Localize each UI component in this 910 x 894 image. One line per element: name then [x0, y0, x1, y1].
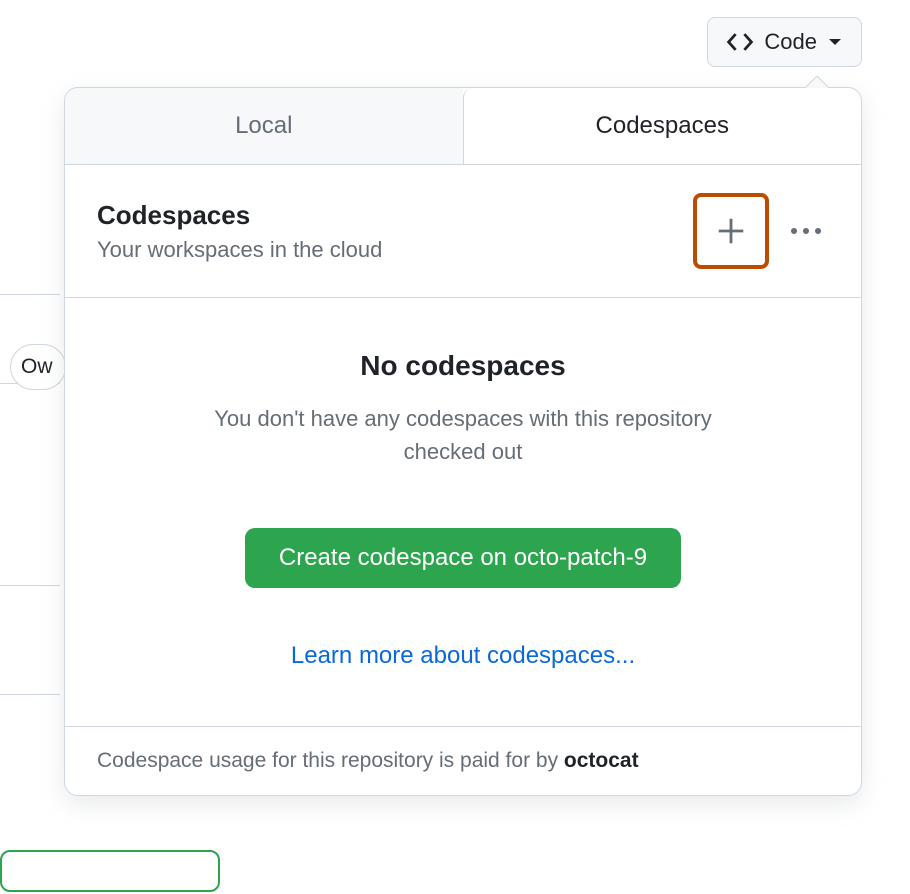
- bg-panel-divider-2: [0, 585, 60, 695]
- header-subtitle: Your workspaces in the cloud: [97, 237, 382, 263]
- code-popover: Local Codespaces Codespaces Your workspa…: [64, 87, 862, 796]
- popover-tabs: Local Codespaces: [65, 88, 861, 165]
- new-codespace-button[interactable]: [693, 193, 769, 269]
- footer-owner: octocat: [564, 749, 639, 772]
- header-actions: [693, 193, 829, 269]
- create-codespace-button[interactable]: Create codespace on octo-patch-9: [245, 528, 681, 588]
- owner-filter-pill[interactable]: Ow: [10, 344, 66, 390]
- footer-note: Codespace usage for this repository is p…: [65, 727, 861, 795]
- popover-caret: [805, 76, 829, 88]
- kebab-dot: [815, 228, 821, 234]
- code-button-label: Code: [764, 29, 817, 55]
- empty-state: No codespaces You don't have any codespa…: [65, 298, 861, 727]
- code-icon: [726, 28, 754, 56]
- empty-description: You don't have any codespaces with this …: [203, 402, 723, 468]
- chevron-down-icon: [827, 37, 843, 47]
- footer-prefix: Codespace usage for this repository is p…: [97, 749, 564, 772]
- tab-codespaces[interactable]: Codespaces: [463, 88, 862, 164]
- codespaces-header: Codespaces Your workspaces in the cloud: [65, 165, 861, 298]
- header-title: Codespaces: [97, 200, 382, 231]
- header-text-group: Codespaces Your workspaces in the cloud: [97, 200, 382, 263]
- bg-green-button-fragment[interactable]: [0, 850, 220, 892]
- kebab-dot: [791, 228, 797, 234]
- empty-title: No codespaces: [105, 350, 821, 382]
- plus-icon: [717, 217, 745, 245]
- tab-local[interactable]: Local: [65, 88, 463, 164]
- codespace-options-button[interactable]: [783, 220, 829, 242]
- learn-more-link[interactable]: Learn more about codespaces...: [291, 642, 635, 669]
- kebab-dot: [803, 228, 809, 234]
- code-dropdown-button[interactable]: Code: [707, 17, 862, 67]
